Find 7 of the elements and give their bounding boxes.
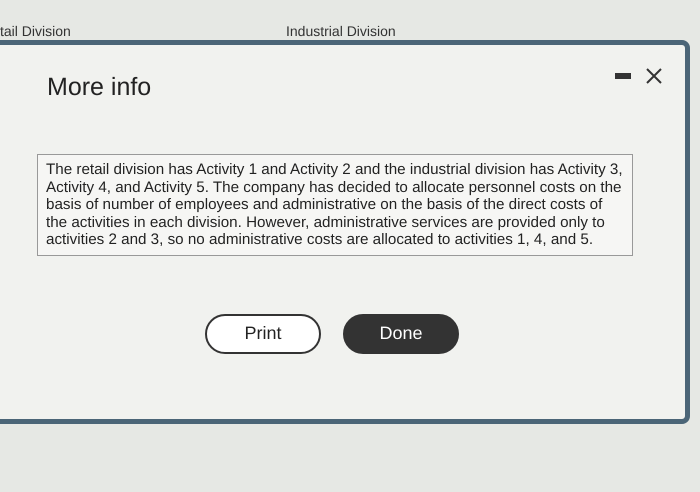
print-button[interactable]: Print <box>205 314 321 354</box>
done-button[interactable]: Done <box>343 314 459 354</box>
close-icon[interactable] <box>645 67 663 85</box>
dialog-title: More info <box>47 73 152 102</box>
column-header: tail Division <box>0 22 72 40</box>
info-text: The retail division has Activity 1 and Activity 2 and the industrial division has Activity 3, Activity 4, and Activity 5. The company has decided to allocate personnel costs on the basis of number of employees and administrative on the basis of the direct costs of the activities in each division. However, administrative services are provided only to activities 2 and 3, so no administrative costs are allocated to activities 1, 4, and 5. <box>37 154 633 256</box>
column-header: Industrial Division <box>286 22 396 40</box>
